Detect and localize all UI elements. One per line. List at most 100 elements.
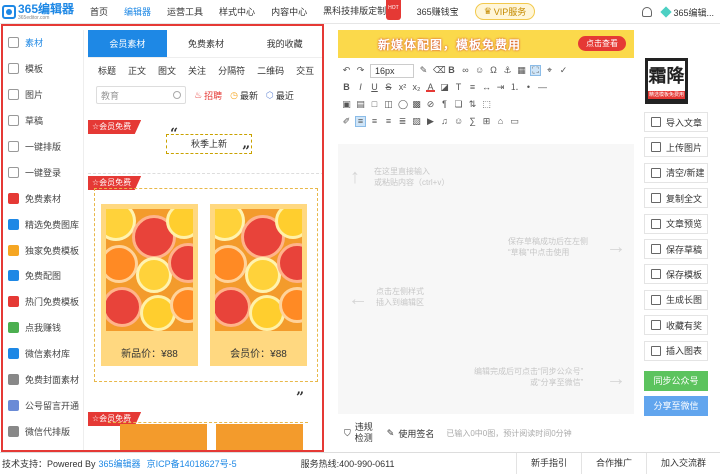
category-divider[interactable]: 分隔符 [218,64,245,77]
underline-icon[interactable]: U [370,83,379,92]
search-input[interactable]: 教育 [96,86,186,104]
flip-icon[interactable]: ⇅ [468,100,477,109]
frame-icon[interactable]: ▭ [510,117,519,126]
right-action-button[interactable]: 插入图表 [644,340,708,361]
vip-button[interactable]: ♛ VIP服务 [474,3,536,20]
filter-latest[interactable]: ◷ 最新 [230,89,258,102]
align-center-icon[interactable]: ≡ [370,117,379,126]
support-link[interactable]: 365编辑器 [96,457,141,470]
map-icon[interactable]: ⌂ [496,117,505,126]
ordered-list-icon[interactable]: ⒈ [510,83,519,92]
italic-icon[interactable]: I [356,83,365,92]
logo[interactable]: 365编辑器 365editor.com [2,3,82,21]
nav-custom-layout[interactable]: 黑科技排版定制 HOT [315,0,409,25]
template-card[interactable]: ☆会员免费 “ 秋季上新 ” [88,120,324,174]
category-interactive[interactable]: 交互 [296,64,314,77]
nav-ops-tools[interactable]: 运营工具 [159,0,211,24]
template-card[interactable]: ☆会员免费 新品价：¥88 会员价：¥88 ” [88,176,324,408]
filter-recruit[interactable]: ♨ 招聘 [194,89,222,102]
right-action-button[interactable]: 复制全文 [644,188,708,209]
emoji-insert-icon[interactable]: ☺ [454,117,463,126]
align-left-icon[interactable]: ≡ [355,116,366,127]
qrcode-icon[interactable]: ⊞ [482,117,491,126]
sidebar-item[interactable]: 免费封面素材 [0,367,83,393]
sidebar-item[interactable]: 独家免费模板 [0,237,83,263]
letter-spacing-icon[interactable]: ↔ [482,83,491,92]
icp-link[interactable]: 京ICP备14018627号-5 [141,457,237,470]
category-body[interactable]: 正文 [128,64,146,77]
unordered-list-icon[interactable]: • [524,83,533,92]
sidebar-item[interactable]: 热门免费模板 [0,289,83,315]
format-painter-icon[interactable]: ✎ [419,66,428,75]
right-action-button[interactable]: 生成长图 [644,289,708,310]
sidebar-item[interactable]: 点我赚钱 [0,315,83,341]
promo-ad[interactable]: 霜降 精选模板免费用 [645,58,688,104]
join-group-button[interactable]: 加入交流群 [645,452,720,474]
font-size-select[interactable]: 16px [370,63,414,78]
font-color-icon[interactable]: A [426,83,435,92]
tab-free-material[interactable]: 免费素材 [167,30,246,57]
right-action-button[interactable]: 清空/新建 [644,162,708,183]
highlight-color-icon[interactable]: ◪ [440,83,449,92]
right-action-button[interactable]: 收藏有奖 [644,315,708,336]
omega-icon[interactable]: Ω [489,66,498,75]
search-icon[interactable] [173,91,181,99]
guide-button[interactable]: 新手指引 [515,452,581,474]
sync-wechat-button[interactable]: 同步公众号 [644,371,708,391]
nav-style-center[interactable]: 样式中心 [211,0,263,24]
tab-my-favorites[interactable]: 我的收藏 [245,30,324,57]
background-icon[interactable]: ▩ [412,100,421,109]
sidebar-item[interactable]: 微信代排版 [0,418,83,444]
undo-icon[interactable]: ↶ [342,66,351,75]
align-right-icon[interactable]: ≡ [384,117,393,126]
strikethrough-icon[interactable]: S [384,83,393,92]
right-action-button[interactable]: 文章预览 [644,213,708,234]
emoji-icon[interactable]: ☺ [475,66,484,75]
border-icon[interactable]: □ [370,100,379,109]
right-action-button[interactable]: 保存模板 [644,264,708,285]
divider-icon[interactable]: — [538,83,547,92]
sidebar-item[interactable]: 素材 [0,30,83,56]
formula-icon[interactable]: ∑ [468,117,477,126]
table-insert-icon[interactable]: ▤ [356,100,365,109]
shadow-icon[interactable]: ◫ [384,100,393,109]
sidebar-item[interactable]: 微信素材库 [0,341,83,367]
font-family-icon[interactable]: T [454,83,463,92]
select-all-icon[interactable]: ⬚ [482,100,491,109]
bold-icon[interactable]: B [342,83,351,92]
eraser-icon[interactable]: ⌫ [433,66,446,75]
sidebar-item[interactable]: 精选免费图库 [0,211,83,237]
right-action-button[interactable]: 导入文章 [644,112,708,132]
brush-icon[interactable]: ✐ [342,117,351,126]
nav-content-center[interactable]: 内容中心 [263,0,315,24]
table-icon[interactable]: ▦ [517,66,526,75]
right-action-button[interactable]: 保存草稿 [644,239,708,259]
nav-editor[interactable]: 编辑器 [116,0,159,24]
tab-member-material[interactable]: 会员素材 [88,30,167,57]
music-icon[interactable]: ♫ [440,117,449,126]
violation-check-button[interactable]: ⛉ 违规检测 [338,422,381,444]
spellcheck-icon[interactable]: ✓ [559,66,568,75]
block-icon[interactable]: ❏ [454,100,463,109]
superscript-icon[interactable]: x² [398,83,407,92]
insert-video-icon[interactable]: ▶ [426,117,435,126]
sidebar-item[interactable]: 公号留言开通 [0,392,83,418]
signature-button[interactable]: ✎ 使用签名 [381,427,441,440]
subscript-icon[interactable]: x₂ [412,83,421,92]
paragraph-icon[interactable]: ¶ [440,100,449,109]
partner-button[interactable]: 合作推广 [580,452,646,474]
user-menu[interactable]: 365编辑... [660,6,714,19]
sidebar-item[interactable]: 草稿 [0,108,83,134]
sidebar-item[interactable]: 图片 [0,82,83,108]
sidebar-item[interactable]: 一键排版 [0,134,83,160]
radius-icon[interactable]: ◯ [398,100,408,109]
code-icon[interactable]: ⌖ [545,66,554,75]
justify-icon[interactable]: ≣ [398,117,407,126]
link-icon[interactable]: ∞ [461,66,470,75]
sidebar-item[interactable]: 免费配图 [0,263,83,289]
sidebar-item[interactable]: 免费素材 [0,185,83,211]
redo-icon[interactable]: ↷ [356,66,365,75]
promo-banner[interactable]: 新媒体配图，模板免费用 点击查看 [338,30,634,58]
category-title[interactable]: 标题 [98,64,116,77]
line-height-icon[interactable]: ≡ [468,83,477,92]
